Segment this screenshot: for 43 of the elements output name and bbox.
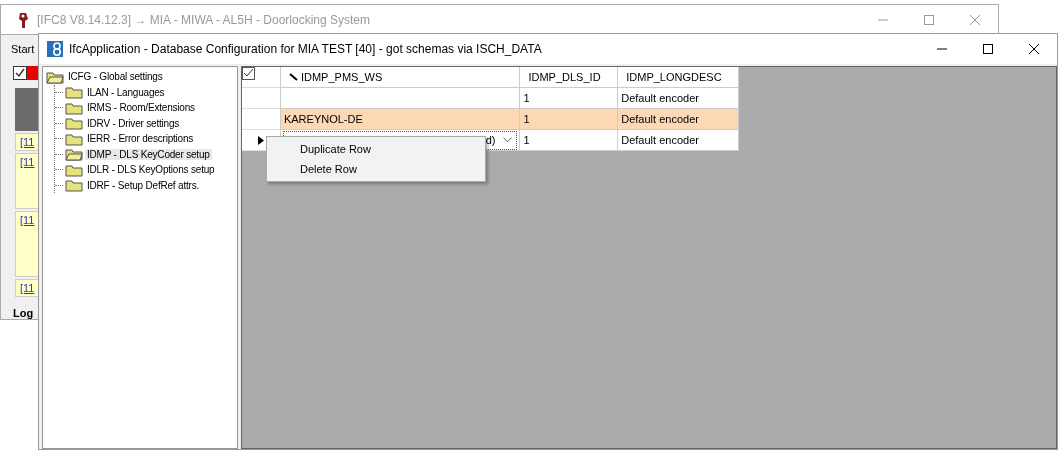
folder-icon (65, 116, 83, 131)
log-link[interactable]: [11 (20, 156, 35, 168)
table-cell: Default encoder (618, 88, 739, 109)
column-header[interactable]: IDMP_LONGDESC (618, 67, 739, 88)
log-link[interactable]: [11 (20, 214, 35, 226)
checkbox-icon[interactable] (242, 67, 255, 80)
checkbox-icon[interactable] (13, 66, 27, 81)
log-link[interactable]: [11 (20, 136, 35, 148)
tree-item[interactable]: ILAN - Languages (85, 86, 167, 98)
caret-icon (503, 137, 513, 143)
folder-icon (65, 100, 83, 115)
tree-item[interactable]: ICFG - Global settings (66, 71, 165, 83)
table-cell: Default encoder (618, 130, 739, 151)
column-header[interactable]: IDMP_DLS_ID (520, 67, 619, 88)
table-cell: Default encoder (618, 109, 739, 130)
table-cell: KAREYNOL-DE (280, 109, 521, 130)
table-cell: 1 (520, 130, 619, 151)
folder-icon (65, 162, 83, 177)
tree-item[interactable]: IDMP - DLS KeyCoder setup (85, 148, 212, 160)
folder-icon (65, 147, 83, 162)
preview-panel (15, 88, 39, 131)
tree-item[interactable]: IRMS - Room/Extensions (85, 102, 197, 114)
log-label: Log (13, 307, 35, 319)
tree-item[interactable]: IDLR - DLS KeyOptions setup (85, 164, 217, 176)
menu-item[interactable]: Start (1, 35, 39, 63)
status-badge (27, 66, 39, 81)
window-title: [IFC8 V8.14.12.3] → MIA - MIWA - AL5H - Doorlocking System (37, 12, 370, 27)
table-cell: 1 (520, 109, 619, 130)
menu-item[interactable]: Delete Row (267, 159, 485, 179)
table-cell: 1 (520, 88, 619, 109)
folder-icon (65, 178, 83, 193)
app-icon (47, 41, 63, 57)
tree-item[interactable]: IDRF - Setup DefRef attrs. (85, 179, 202, 191)
pencil-icon (288, 72, 298, 82)
log-link[interactable]: [11 (20, 282, 35, 294)
tree-item[interactable]: IERR - Error descriptions (85, 133, 196, 145)
tree-item[interactable]: IDRV - Driver settings (85, 117, 182, 129)
folder-icon (65, 131, 83, 146)
current-row-icon (257, 135, 264, 145)
menu-item[interactable]: Duplicate Row (267, 139, 485, 159)
folder-icon (65, 85, 83, 100)
column-header[interactable]: IDMP_PMS_WS (280, 67, 521, 88)
window-title: IfcApplication - Database Configuration for MIA TEST [40] - got schemas via ISCH_DATA (69, 42, 542, 56)
